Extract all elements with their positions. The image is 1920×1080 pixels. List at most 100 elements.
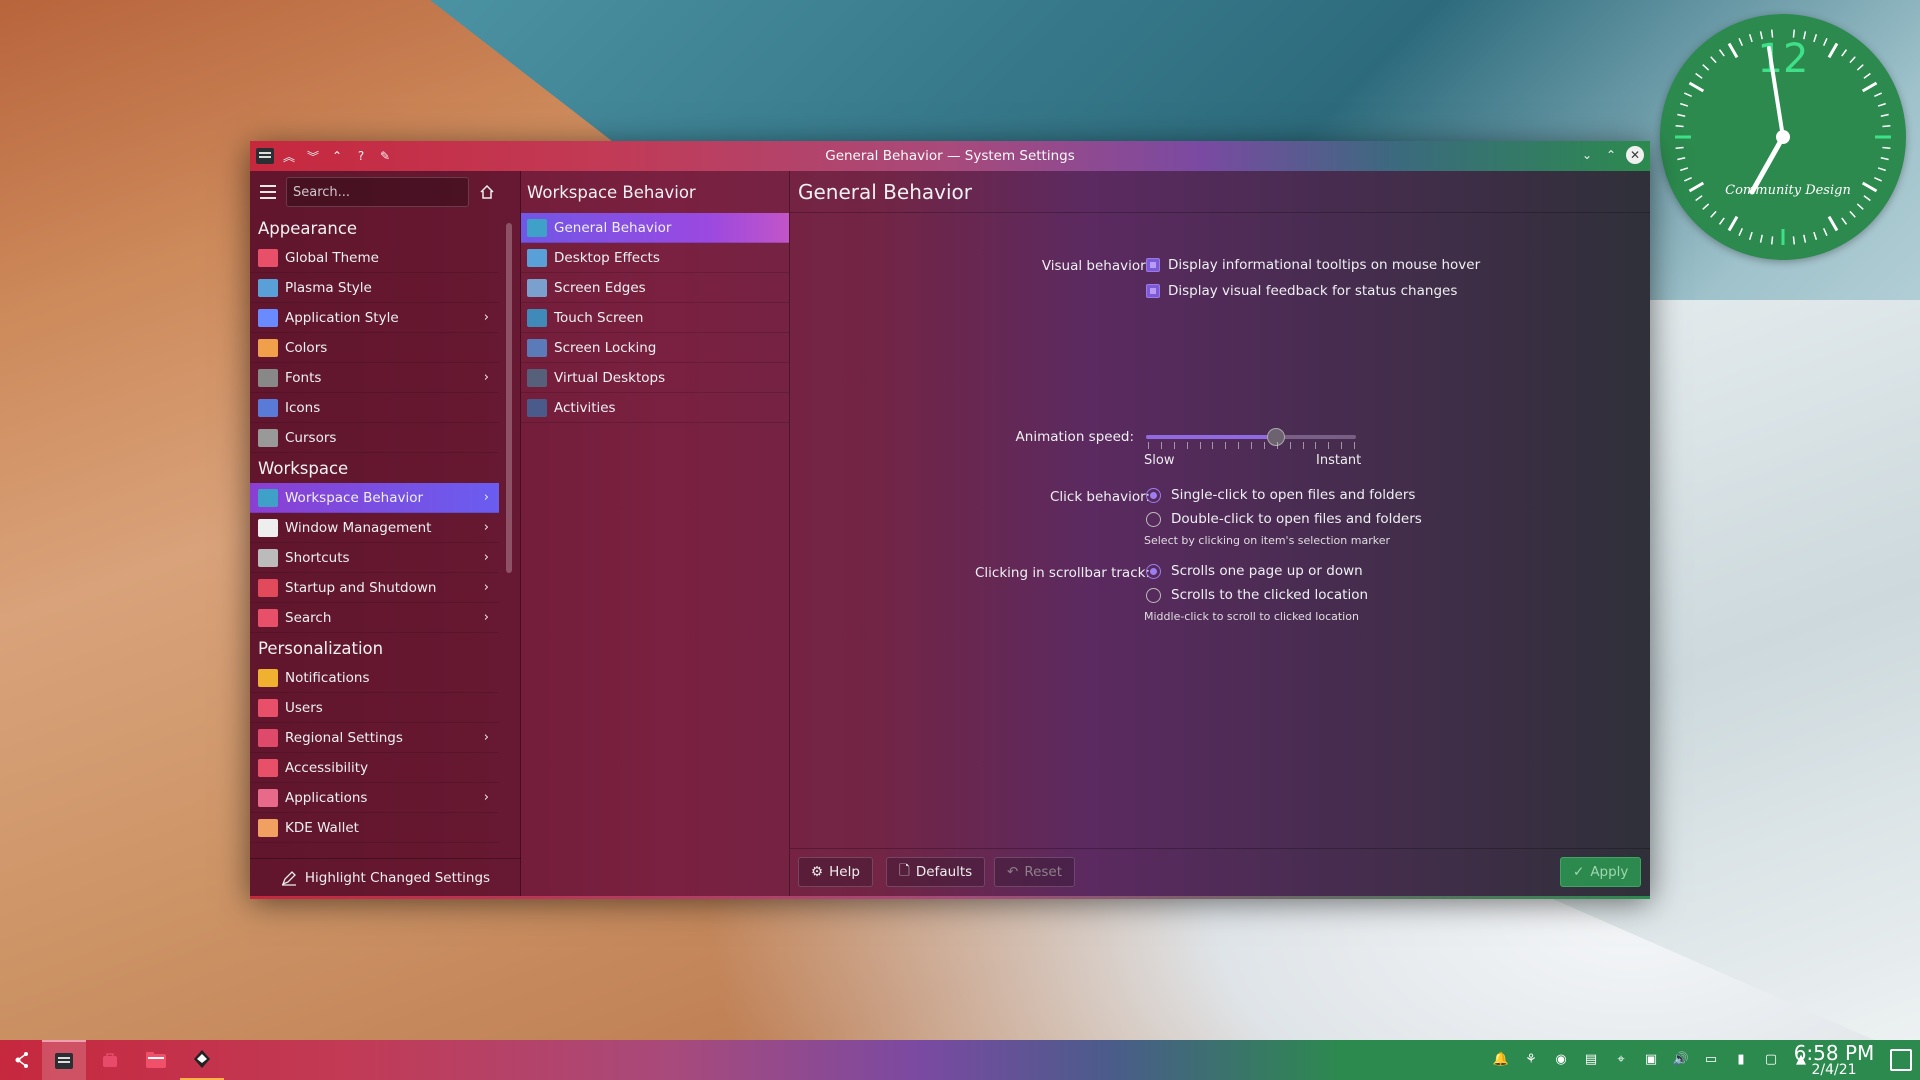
sidebar-item[interactable]: Search › (250, 603, 499, 633)
minimize-icon[interactable]: ⌄ (1578, 146, 1596, 164)
sidebar-item-label: Shortcuts (285, 549, 350, 566)
single-click-radio-dot[interactable] (1146, 487, 1161, 503)
subpanel-item-icon (527, 248, 547, 267)
digital-clock-date[interactable]: 2/4/21 (1793, 1062, 1875, 1078)
sidebar-item[interactable]: Window Management › (250, 513, 499, 543)
sidebar-item[interactable]: KDE Wallet (250, 813, 499, 843)
sidebar-item[interactable]: Accessibility (250, 753, 499, 783)
sidebar-item[interactable]: Icons (250, 393, 499, 423)
chevron-right-icon: › (483, 490, 489, 505)
show-desktop-icon[interactable] (1890, 1049, 1912, 1071)
clock-tick (1792, 236, 1796, 245)
sidebar-item[interactable]: Plasma Style (250, 273, 499, 303)
sidebar-item[interactable]: Regional Settings › (250, 723, 499, 753)
sidebar-item-label: Global Theme (285, 249, 379, 266)
task-file-manager-icon[interactable] (134, 1040, 178, 1080)
sidebar-item[interactable]: Users (250, 693, 499, 723)
battery-icon[interactable]: ▮ (1732, 1050, 1750, 1068)
animation-speed-slider[interactable] (1146, 428, 1356, 446)
keep-above-icon[interactable]: ︽ (280, 147, 298, 165)
feedback-checkbox[interactable]: Display visual feedback for status chang… (1146, 283, 1457, 299)
help-icon[interactable]: ? (352, 147, 370, 165)
task-inkscape-icon[interactable] (180, 1040, 224, 1080)
tooltips-checkbox-box[interactable] (1146, 258, 1160, 272)
device-notifier-icon[interactable]: ▣ (1642, 1050, 1660, 1068)
subpanel-item-label: Desktop Effects (554, 249, 660, 266)
help-button[interactable]: ⚙ Help (798, 857, 873, 887)
sidebar-item-label: Search (285, 609, 332, 626)
click-behavior-label: Click behavior: (1049, 489, 1150, 505)
subpanel-item[interactable]: Screen Edges (521, 273, 789, 303)
sidebar-item[interactable]: Colors (250, 333, 499, 363)
sidebar-item[interactable]: Notifications (250, 663, 499, 693)
highlight-pen-icon (281, 870, 296, 886)
sidebar-scrollbar[interactable] (506, 223, 512, 573)
hamburger-menu-icon[interactable] (258, 185, 278, 199)
sidebar-item[interactable]: Startup and Shutdown › (250, 573, 499, 603)
subpanel-item[interactable]: Screen Locking (521, 333, 789, 363)
clipboard-icon[interactable]: ▤ (1582, 1050, 1600, 1068)
maximize-icon[interactable]: ⌃ (1602, 146, 1620, 164)
sidebar-item[interactable]: Applications › (250, 783, 499, 813)
notifications-bell-icon[interactable]: 🔔 (1492, 1050, 1510, 1068)
clock-tick (1684, 92, 1692, 98)
scroll-page-radio-dot[interactable] (1146, 563, 1161, 579)
chevron-right-icon: › (483, 730, 489, 745)
shade-icon[interactable]: ⌃ (328, 147, 346, 165)
close-icon[interactable]: ✕ (1626, 146, 1644, 164)
scroll-page-radio[interactable]: Scrolls one page up or down (1146, 563, 1363, 579)
feedback-checkbox-box[interactable] (1146, 284, 1160, 298)
pin-icon[interactable]: ✎ (376, 147, 394, 165)
subpanel-item[interactable]: General Behavior (521, 213, 789, 243)
system-settings-app-icon[interactable] (256, 148, 274, 164)
volume-icon[interactable]: 🔊 (1672, 1050, 1690, 1068)
network-disconnected-icon[interactable]: ▭ (1702, 1050, 1720, 1068)
sidebar-item[interactable]: Workspace Behavior › (250, 483, 499, 513)
scroll-location-radio-dot[interactable] (1146, 587, 1161, 603)
subpanel-item[interactable]: Touch Screen (521, 303, 789, 333)
keep-below-icon[interactable]: ︾ (304, 147, 322, 165)
vault-icon[interactable]: ◉ (1552, 1050, 1570, 1068)
slider-tick (1186, 442, 1188, 449)
sidebar-item[interactable]: Global Theme (250, 243, 499, 273)
double-click-radio-dot[interactable] (1146, 511, 1161, 527)
kde-connect-icon[interactable]: ⚘ (1522, 1050, 1540, 1068)
sidebar-item[interactable]: Shortcuts › (250, 543, 499, 573)
sidebar-item[interactable]: Cursors (250, 423, 499, 453)
analog-clock-widget[interactable]: 12 Community Design (1660, 14, 1906, 260)
scroll-location-radio[interactable]: Scrolls to the clicked location (1146, 587, 1368, 603)
category-header: Personalization (258, 638, 384, 658)
apply-button[interactable]: ✓ Apply (1560, 857, 1642, 887)
clock-tick (1841, 49, 1848, 57)
search-input[interactable] (286, 177, 469, 207)
slider-tick (1173, 442, 1175, 449)
sidebar-item[interactable]: Application Style › (250, 303, 499, 333)
apply-check-icon: ✓ (1573, 864, 1585, 880)
single-click-radio[interactable]: Single-click to open files and folders (1146, 487, 1415, 503)
clock-tick (1880, 157, 1889, 161)
subpanel-item[interactable]: Virtual Desktops (521, 363, 789, 393)
bell-icon (258, 668, 278, 687)
defaults-button[interactable]: 🗋 Defaults (886, 857, 986, 887)
subpanel-item[interactable]: Desktop Effects (521, 243, 789, 273)
sidebar-item[interactable]: Fonts › (250, 363, 499, 393)
subpanel-item[interactable]: Activities (521, 393, 789, 423)
highlight-changed-settings-button[interactable]: Highlight Changed Settings (250, 858, 521, 896)
task-discover-icon[interactable] (88, 1040, 132, 1080)
display-icon[interactable]: ▢ (1762, 1050, 1780, 1068)
tooltips-checkbox[interactable]: Display informational tooltips on mouse … (1146, 257, 1480, 273)
task-system-settings[interactable] (42, 1040, 86, 1080)
titlebar[interactable]: ︽ ︾ ⌃ ? ✎ General Behavior — System Sett… (250, 141, 1650, 171)
home-icon[interactable] (477, 182, 497, 202)
reset-button[interactable]: ↶ Reset (994, 857, 1076, 887)
subpanel-item-icon (527, 398, 547, 417)
clock-tick (1677, 157, 1686, 161)
clock-tick (1849, 210, 1856, 218)
clock-tick (1675, 124, 1684, 128)
startup-shutdown-icon (258, 578, 278, 597)
application-launcher-icon[interactable] (0, 1040, 44, 1080)
defaults-document-icon: 🗋 (899, 862, 910, 879)
location-pin-icon[interactable]: ⌖ (1612, 1050, 1630, 1068)
slider-tick (1263, 442, 1265, 449)
double-click-radio[interactable]: Double-click to open files and folders (1146, 511, 1422, 527)
